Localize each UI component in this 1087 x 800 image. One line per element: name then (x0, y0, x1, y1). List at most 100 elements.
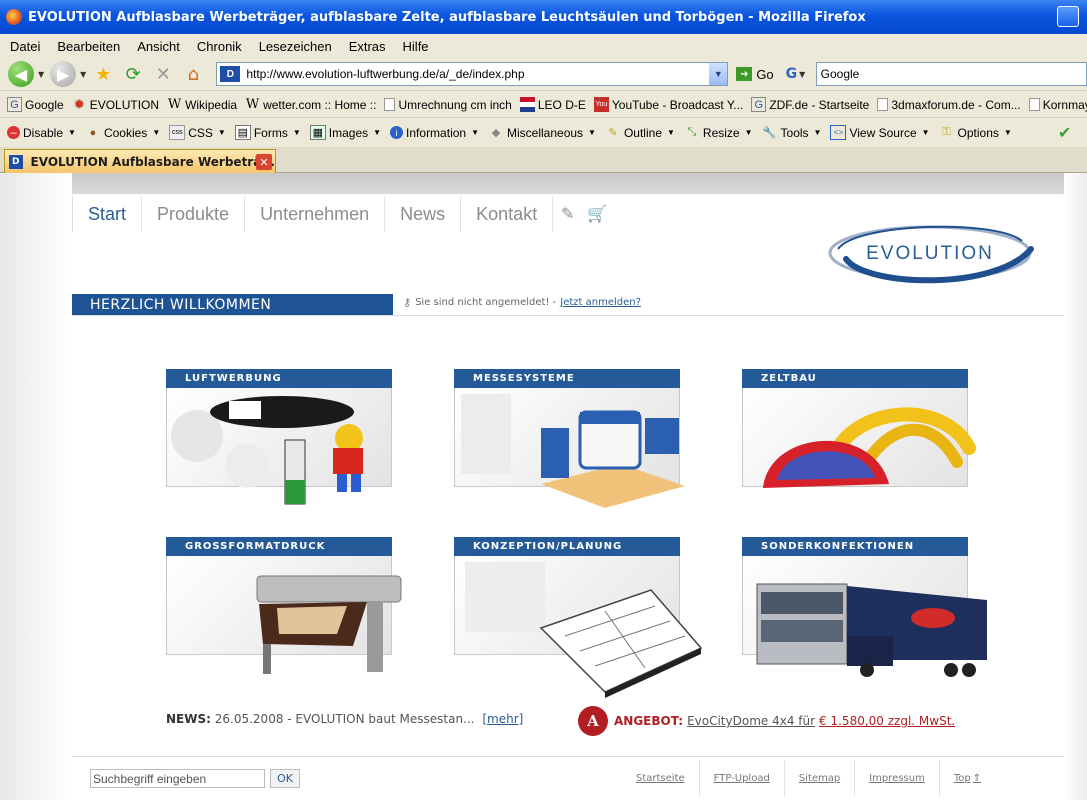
tile-sonderkonfektionen[interactable]: SONDERKONFEKTIONEN (742, 537, 987, 677)
notepad-icon[interactable]: ✎ (552, 196, 582, 232)
tile-konzeption-planung[interactable]: KONZEPTION/PLANUNG (454, 537, 703, 698)
back-history-dropdown[interactable]: ▼ (38, 70, 44, 79)
tile-luftwerbung[interactable]: LUFTWERBUNG (166, 369, 392, 505)
news-ticker: NEWS: 26.05.2008 - EVOLUTION baut Messes… (166, 712, 523, 726)
site-navigation: Start Produkte Unternehmen News Kontakt … (72, 194, 612, 234)
site-nav-produkte[interactable]: Produkte (141, 196, 244, 232)
footer-link-startseite[interactable]: Startseite (622, 760, 699, 796)
dev-view-source-menu[interactable]: <> View Source ▼ (830, 125, 930, 140)
menu-datei[interactable]: Datei (8, 37, 42, 56)
tile-messesysteme[interactable]: MESSESYSTEME (454, 369, 685, 508)
back-button[interactable]: ◀ (8, 61, 34, 87)
search-input[interactable]: Google (815, 62, 1087, 86)
dev-forms-menu[interactable]: ▤ Forms ▼ (234, 125, 301, 140)
navigation-toolbar: ◀ ▼ ▶ ▼ ★ ⟳ ✕ ⌂ D http://www.evolution-l… (0, 58, 1087, 91)
address-bar[interactable]: D http://www.evolution-luftwerbung.de/a/… (216, 62, 729, 86)
menu-ansicht[interactable]: Ansicht (135, 37, 182, 56)
dev-tools-menu[interactable]: 🔧 Tools ▼ (762, 125, 822, 140)
wikipedia-icon: W (167, 97, 182, 112)
menu-hilfe[interactable]: Hilfe (401, 37, 431, 56)
up-arrow-icon: ⇑ (972, 772, 982, 784)
validation-check-icon[interactable]: ✔ (1058, 123, 1071, 143)
bookmark-zdf[interactable]: G ZDF.de - Startseite (751, 97, 869, 112)
dev-resize-menu[interactable]: ⤡ Resize ▼ (684, 125, 753, 140)
bookmark-evolution[interactable]: ✹ EVOLUTION (72, 96, 159, 112)
site-search-ok-button[interactable]: OK (270, 769, 300, 788)
dev-outline-menu[interactable]: ✎ Outline ▼ (605, 125, 675, 140)
bookmark-wetter[interactable]: Wwetter.com :: Home :: (245, 97, 377, 112)
bookmark-3dmaxforum[interactable]: 3dmaxforum.de - Com... (877, 98, 1021, 112)
site-nav-news[interactable]: News (384, 196, 460, 232)
css-icon: css (169, 125, 186, 140)
bookmark-kornmayer[interactable]: Kornmayer F (1028, 98, 1087, 112)
footer-link-sitemap[interactable]: Sitemap (783, 760, 854, 796)
tile-title: SONDERKONFEKTIONEN (742, 537, 968, 556)
go-button[interactable]: ➜ Go (736, 66, 774, 82)
dev-css-menu[interactable]: css CSS ▼ (169, 125, 226, 140)
bookmark-leo[interactable]: LEO D-E (519, 97, 586, 112)
chevron-down-icon: ▼ (373, 128, 382, 137)
footer-link-impressum[interactable]: Impressum (854, 760, 939, 796)
menu-lesezeichen[interactable]: Lesezeichen (257, 37, 334, 56)
printer-illustration (256, 575, 402, 674)
bookmark-youtube[interactable]: You YouTube - Broadcast Y... (593, 97, 743, 112)
home-icon[interactable]: ⌂ (182, 63, 204, 85)
address-url[interactable]: http://www.evolution-luftwerbung.de/a/_d… (246, 67, 524, 81)
offer-banner[interactable]: A ANGEBOT: EvoCityDome 4x4 für € 1.580,0… (578, 706, 955, 736)
site-search: Suchbegriff eingeben OK (90, 769, 300, 788)
dev-information-menu[interactable]: i Information ▼ (390, 126, 479, 140)
page-icon (1028, 98, 1040, 111)
tab-close-icon[interactable]: ✕ (256, 154, 272, 170)
page-content: Start Produkte Unternehmen News Kontakt … (0, 173, 1087, 800)
firefox-icon (6, 9, 22, 25)
tile-image (742, 556, 987, 677)
bookmark-wikipedia[interactable]: W Wikipedia (167, 97, 237, 112)
chevron-down-icon: ▼ (217, 128, 226, 137)
tab-active[interactable]: D EVOLUTION Aufblasbare Werbeträ... ✕ (4, 149, 276, 173)
minimize-button[interactable] (1057, 6, 1079, 27)
footer-link-top[interactable]: Top ⇑ (938, 760, 995, 796)
menu-chronik[interactable]: Chronik (195, 37, 244, 56)
shopping-cart-icon[interactable]: 🛒 (582, 196, 612, 232)
footer-link-ftp-upload[interactable]: FTP-Upload (698, 760, 784, 796)
tile-title: GROSSFORMATDRUCK (166, 537, 392, 556)
site-nav-unternehmen[interactable]: Unternehmen (244, 196, 384, 232)
search-value[interactable]: Google (821, 67, 860, 81)
offer-price[interactable]: € 1.580,00 zzgl. MwSt. (819, 714, 955, 728)
dev-options-menu[interactable]: ⚿ Options ▼ (939, 125, 1011, 140)
bookmark-star-icon[interactable]: ★ (92, 63, 114, 85)
tile-title: LUFTWERBUNG (166, 369, 392, 388)
offer-text[interactable]: EvoCityDome 4x4 für (687, 714, 815, 728)
menu-extras[interactable]: Extras (347, 37, 388, 56)
dev-images-menu[interactable]: ▦ Images ▼ (309, 125, 382, 140)
evolution-logo[interactable]: EVOLUTION (826, 219, 1036, 289)
bookmark-umrechnung[interactable]: Umrechnung cm inch (384, 98, 512, 112)
menu-bearbeiten[interactable]: Bearbeiten (55, 37, 122, 56)
page-icon (384, 98, 396, 111)
chevron-down-icon: ▼ (744, 128, 753, 137)
stop-icon[interactable]: ✕ (152, 63, 174, 85)
forward-button[interactable]: ▶ (50, 61, 77, 87)
search-engine-selector[interactable]: G ▼ (786, 63, 816, 85)
news-more-link[interactable]: [mehr] (482, 712, 523, 726)
dev-disable-menu[interactable]: – Disable ▼ (7, 126, 76, 140)
login-link[interactable]: Jetzt anmelden? (560, 297, 641, 308)
outline-icon: ✎ (608, 127, 618, 139)
site-nav-kontakt[interactable]: Kontakt (460, 196, 552, 232)
reload-icon[interactable]: ⟳ (122, 63, 144, 85)
tile-image (742, 388, 976, 488)
dev-miscellaneous-menu[interactable]: ◆ Miscellaneous ▼ (488, 125, 596, 140)
tile-title: MESSESYSTEME (454, 369, 680, 388)
tile-zeltbau[interactable]: ZELTBAU (742, 369, 976, 488)
dev-cookies-menu[interactable]: ● Cookies ▼ (85, 125, 161, 140)
address-dropdown-icon[interactable]: ▼ (709, 63, 728, 85)
chevron-down-icon: ▼ (471, 128, 479, 137)
forward-history-dropdown[interactable]: ▼ (80, 70, 86, 79)
tab-favicon: D (9, 154, 23, 169)
gear-icon: ✹ (73, 96, 86, 112)
site-search-input[interactable]: Suchbegriff eingeben (90, 769, 265, 788)
bookmark-google[interactable]: G Google (7, 97, 64, 112)
go-label: Go (756, 66, 774, 82)
tile-grossformatdruck[interactable]: GROSSFORMATDRUCK (166, 537, 402, 674)
site-nav-start[interactable]: Start (72, 196, 141, 232)
